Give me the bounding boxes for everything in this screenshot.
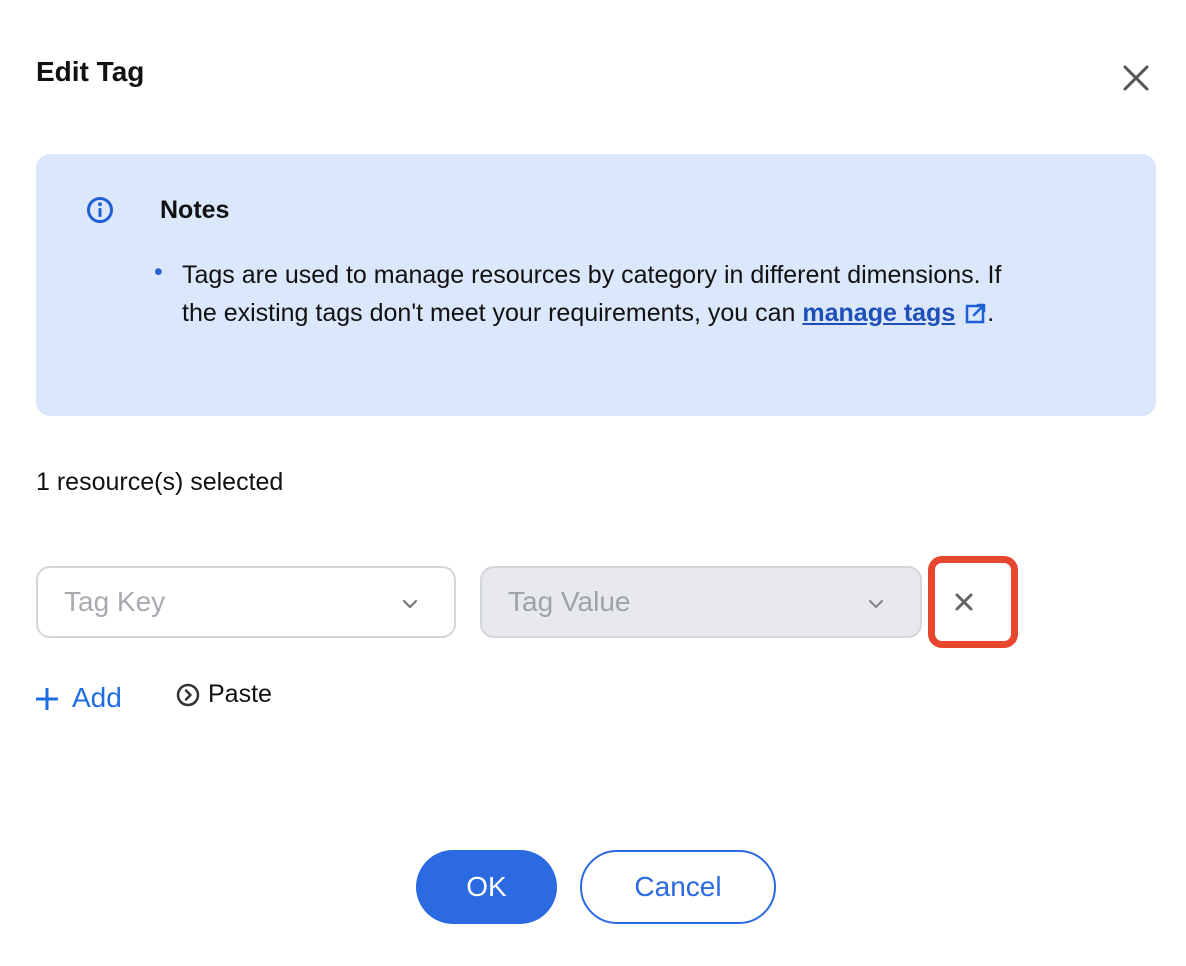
paste-label: Paste: [208, 680, 272, 708]
chevron-down-icon: [402, 599, 418, 609]
notes-body-end: .: [987, 299, 995, 327]
paste-button[interactable]: Paste: [176, 680, 272, 709]
notes-title: Notes: [160, 196, 230, 224]
tag-value-select[interactable]: Tag Value: [480, 566, 922, 638]
tag-value-placeholder: Tag Value: [508, 586, 631, 617]
bullet-marker: •: [154, 258, 163, 286]
remove-tag-button[interactable]: [954, 592, 974, 612]
external-link-icon[interactable]: [965, 302, 987, 324]
chevron-right-circle-icon: [176, 683, 200, 706]
selected-count: 1 resource(s) selected: [36, 468, 284, 496]
edit-tag-dialog: Edit Tag Notes • Tags are used to manage…: [0, 0, 1186, 966]
tag-key-select[interactable]: Tag Key: [36, 566, 456, 638]
add-tag-button[interactable]: Add: [36, 682, 122, 714]
manage-tags-link[interactable]: manage tags: [802, 299, 955, 327]
dialog-title: Edit Tag: [36, 56, 145, 87]
cancel-button[interactable]: Cancel: [580, 850, 776, 924]
info-icon: [87, 197, 113, 223]
add-label: Add: [72, 682, 122, 713]
notes-banner: Notes • Tags are used to manage resource…: [36, 154, 1156, 416]
ok-button[interactable]: OK: [416, 850, 557, 924]
plus-icon: [36, 688, 58, 710]
chevron-down-icon: [868, 599, 884, 609]
tag-key-placeholder: Tag Key: [64, 586, 166, 617]
close-icon: [1123, 65, 1149, 91]
notes-text: Tags are used to manage resources by cat…: [182, 256, 1042, 332]
close-button[interactable]: [1118, 60, 1154, 96]
